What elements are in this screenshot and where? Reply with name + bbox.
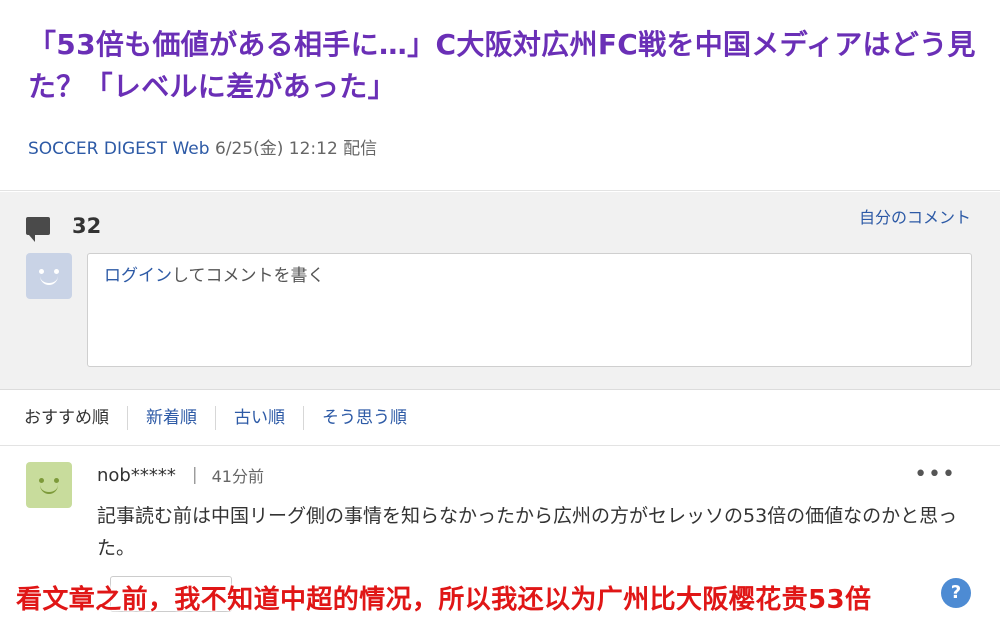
avatar-smile-icon — [40, 484, 58, 494]
avatar-smile-icon — [40, 275, 58, 285]
comment-text: 記事読む前は中国リーグ側の事情を知らなかったから広州の方がセレッソの53倍の価値… — [97, 505, 958, 559]
article-source-link[interactable]: SOCCER DIGEST Web — [28, 139, 210, 159]
comment-sort-bar: おすすめ順 新着順 古い順 そう思う順 — [0, 391, 1000, 446]
more-options-icon[interactable]: ••• — [914, 462, 956, 487]
commenter-avatar[interactable] — [26, 462, 72, 508]
translation-caption: 看文章之前，我不知道中超的情况，所以我还以为广州比大阪樱花贵53倍 — [16, 585, 872, 615]
article-header: 「53倍も価値がある相手に…」C大阪対広州FC戦を中国メディアはどう見た？「レベ… — [0, 0, 1000, 191]
my-comments-link[interactable]: 自分のコメント — [859, 204, 971, 228]
sort-agree-tab[interactable]: そう思う順 — [303, 406, 425, 430]
avatar-eye-icon — [54, 269, 59, 274]
comment-time: 41分前 — [211, 467, 264, 486]
avatar-eye-icon — [39, 478, 44, 483]
composer-placeholder: してコメントを書く — [172, 266, 325, 286]
sort-recommended-tab[interactable]: おすすめ順 — [24, 406, 127, 430]
login-link[interactable]: ログイン — [104, 266, 172, 286]
comment-count: 32 — [72, 214, 102, 238]
comment-composer[interactable]: ログインしてコメントを書く — [87, 253, 972, 367]
current-user-avatar — [26, 253, 72, 299]
meta-separator: | — [191, 465, 198, 485]
comment-username[interactable]: nob***** — [97, 465, 176, 486]
article-date: 6/25(金) 12:12 配信 — [214, 139, 378, 159]
sort-newest-tab[interactable]: 新着順 — [127, 406, 215, 430]
avatar-eye-icon — [39, 269, 44, 274]
avatar-eye-icon — [54, 478, 59, 483]
sort-oldest-tab[interactable]: 古い順 — [215, 406, 303, 430]
article-headline[interactable]: 「53倍も価値がある相手に…」C大阪対広州FC戦を中国メディアはどう見た？「レベ… — [28, 24, 978, 108]
comment-count-area: 32 — [26, 214, 102, 242]
article-byline: SOCCER DIGEST Web 6/25(金) 12:12 配信 — [28, 134, 377, 159]
comment-meta: nob***** | 41分前 — [97, 463, 264, 487]
comment-bubble-icon — [26, 217, 50, 242]
